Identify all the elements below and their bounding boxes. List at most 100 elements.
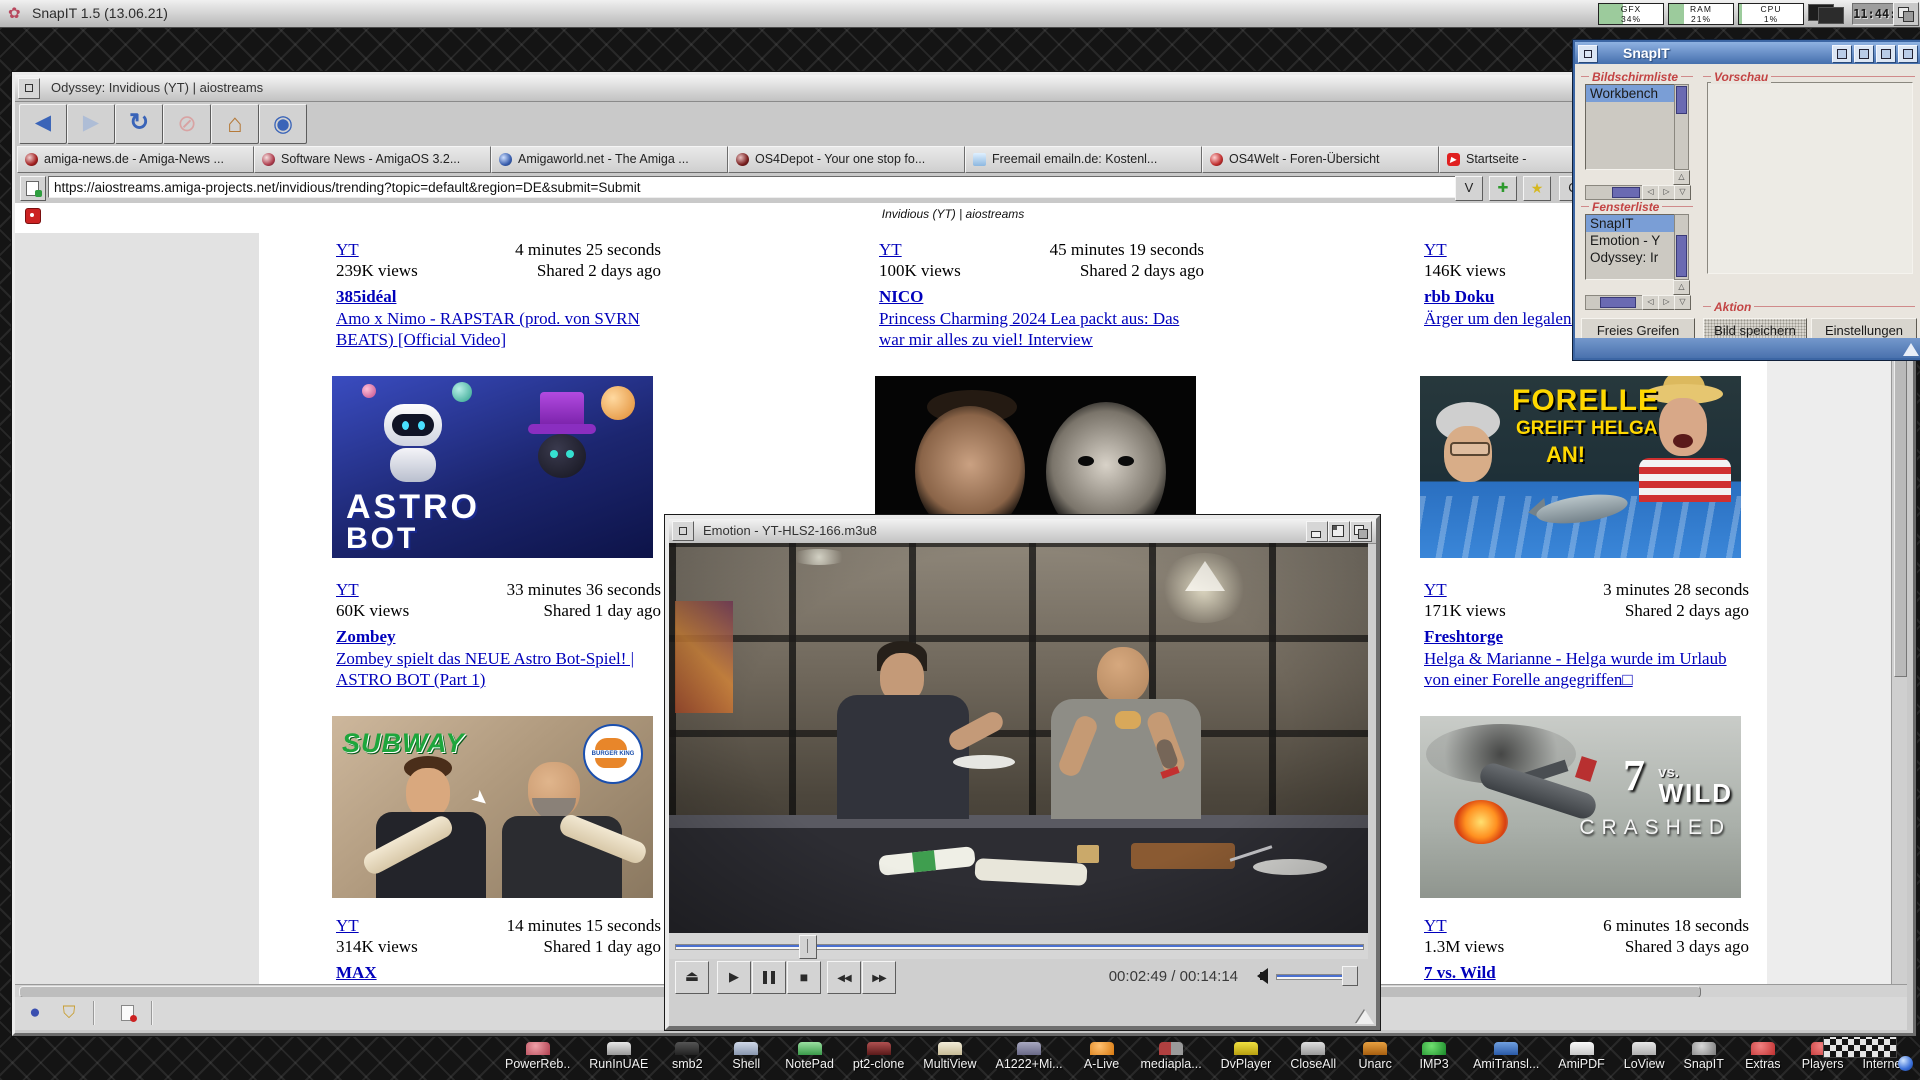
fast-forward-button[interactable] [862,961,896,994]
yt-link[interactable]: YT [879,239,902,260]
dock-item-runinuae[interactable]: RunInUAE [589,1042,648,1080]
dock-item-smb2[interactable]: smb2 [667,1042,707,1080]
rewind-button[interactable] [827,961,861,994]
stop-button[interactable] [787,961,821,994]
security-lock-icon[interactable] [57,1002,81,1024]
dock-item-a1222[interactable]: A1222+Mi... [996,1042,1063,1080]
tab-freemail[interactable]: Freemail emailn.de: Kostenl... [965,146,1202,173]
yt-link[interactable]: YT [1424,239,1447,260]
screen-depth-gadget[interactable] [1893,2,1919,26]
dock-item-alive[interactable]: A-Live [1082,1042,1122,1080]
screen-list[interactable]: Workbench [1585,84,1675,170]
snapit-title-bar[interactable]: SnapIT [1575,42,1920,64]
resize-gadget[interactable] [1903,335,1919,356]
close-gadget[interactable] [1578,45,1598,63]
thumbnail-astro-bot[interactable]: ASTRO BOT [332,376,653,558]
channel-link[interactable]: Freshtorge [1424,626,1749,647]
scroll-right-button[interactable]: ▷ [1658,185,1675,200]
bookmarks-button[interactable] [1523,176,1551,201]
dock-item-notepad[interactable]: NotePad [785,1042,834,1080]
thumbnail-forelle[interactable]: FORELLE GREIFT HELGA AN! [1420,376,1741,558]
yt-link[interactable]: YT [336,915,359,936]
screen-list-item[interactable]: Workbench [1586,85,1674,102]
window-list-item[interactable]: SnapIT [1586,215,1674,232]
video-title-link[interactable]: Amo x Nimo - RAPSTAR (prod. von SVRN BEA… [336,308,661,350]
tab-os4welt[interactable]: OS4Welt - Foren-Übersicht [1202,146,1439,173]
tab-os4depot[interactable]: OS4Depot - Your one stop fo... [728,146,965,173]
zoom-gadget[interactable] [1328,521,1350,542]
window-list-item[interactable]: Odyssey: Ir [1586,249,1674,266]
volume-knob[interactable] [1342,966,1358,986]
close-gadget[interactable] [672,521,694,541]
dock-item-shell[interactable]: Shell [726,1042,766,1080]
thumbnail-7vswild[interactable]: 7 vs. WILD CRASHED [1420,716,1741,898]
video-title-link[interactable]: Zombey spielt das NEUE Astro Bot-Spiel! … [336,648,661,690]
resize-gadget[interactable] [1356,1001,1374,1024]
yt-link[interactable]: YT [1424,915,1447,936]
forward-button[interactable] [67,104,115,144]
tab-amigaworld[interactable]: Amigaworld.net - The Amiga ... [491,146,728,173]
yt-link[interactable]: YT [336,239,359,260]
dock-item-snapit[interactable]: SnapIT [1684,1042,1724,1080]
depth-gadget[interactable] [1350,521,1372,542]
dock-item-amitranslate[interactable]: AmiTransl... [1473,1042,1539,1080]
screen-list-hscroll[interactable] [1585,185,1643,200]
tab-software-news[interactable]: Software News - AmigaOS 3.2... [254,146,491,173]
dock-item-loview[interactable]: LoView [1624,1042,1665,1080]
dock-item-pt2clone[interactable]: pt2-clone [853,1042,904,1080]
channel-link[interactable]: 7 vs. Wild [1424,962,1749,983]
dock-item-multiview[interactable]: MultiView [923,1042,976,1080]
eject-button[interactable] [675,961,709,994]
scroll-right-button[interactable]: ▷ [1658,295,1675,310]
seek-knob[interactable] [799,935,817,959]
video-canvas[interactable] [669,543,1368,933]
channel-link[interactable]: Zombey [336,626,661,647]
dock-item-amipdf[interactable]: AmiPDF [1558,1042,1605,1080]
player-title-bar[interactable]: Emotion - YT-HLS2-166.m3u8 [669,519,1376,544]
add-bookmark-button[interactable] [1489,176,1517,201]
thumbnail-subway-burgerking[interactable]: SUBWAY BURGER KING ➤ [332,716,653,898]
yt-link[interactable]: YT [336,579,359,600]
dock-item-extras[interactable]: Extras [1743,1042,1783,1080]
dock-item-closeall[interactable]: CloseAll [1290,1042,1336,1080]
iconify-gadget[interactable] [1854,45,1874,63]
window-list-item[interactable]: Emotion - Y [1586,232,1674,249]
page-status-icon[interactable] [115,1002,139,1024]
page-icon-button[interactable] [20,176,46,201]
snapshot-gadget[interactable] [1832,45,1852,63]
stop-button[interactable] [163,104,211,144]
seek-bar[interactable] [669,933,1368,959]
channel-link[interactable]: MAX [336,962,661,983]
dock-item-unarc[interactable]: Unarc [1355,1042,1395,1080]
window-list[interactable]: SnapIT Emotion - Y Odyssey: Ir [1585,214,1675,280]
scroll-up-button[interactable]: △ [1673,170,1690,185]
dock-item-dvplayer[interactable]: DvPlayer [1221,1042,1272,1080]
boing-ball-icon[interactable] [1898,1056,1913,1071]
pause-button[interactable] [752,961,786,994]
dock-item-mediaplayer[interactable]: mediapla... [1141,1042,1202,1080]
screen-list-vscroll[interactable] [1674,84,1689,170]
feed-icon[interactable] [25,208,41,224]
channel-link[interactable]: 385idéal [336,286,661,307]
close-gadget[interactable] [18,78,40,99]
window-list-vscroll[interactable] [1674,214,1689,280]
network-button[interactable] [259,104,307,144]
url-input[interactable] [48,176,1460,198]
back-button[interactable] [19,104,67,144]
iconify-gadget[interactable] [1306,521,1328,542]
dock-item-powerreb[interactable]: PowerReb.. [505,1042,570,1080]
video-title-link[interactable]: Princess Charming 2024 Lea packt aus: Da… [879,308,1204,350]
play-button[interactable] [717,961,751,994]
video-title-link[interactable]: Helga & Marianne - Helga wurde im Urlaub… [1424,648,1749,690]
dock-item-imp3[interactable]: IMP3 [1414,1042,1454,1080]
tab-amiga-news[interactable]: amiga-news.de - Amiga-News ... [17,146,254,173]
scroll-up-button[interactable]: △ [1673,280,1690,295]
scroll-down-button[interactable]: ▽ [1674,185,1691,200]
home-button[interactable] [211,104,259,144]
channel-link[interactable]: NICO [879,286,1204,307]
zoom-gadget[interactable] [1876,45,1896,63]
scroll-left-button[interactable]: ◁ [1642,185,1659,200]
yt-link[interactable]: YT [1424,579,1447,600]
scroll-down-button[interactable]: ▽ [1674,295,1691,310]
screens-icon[interactable] [1808,4,1846,23]
